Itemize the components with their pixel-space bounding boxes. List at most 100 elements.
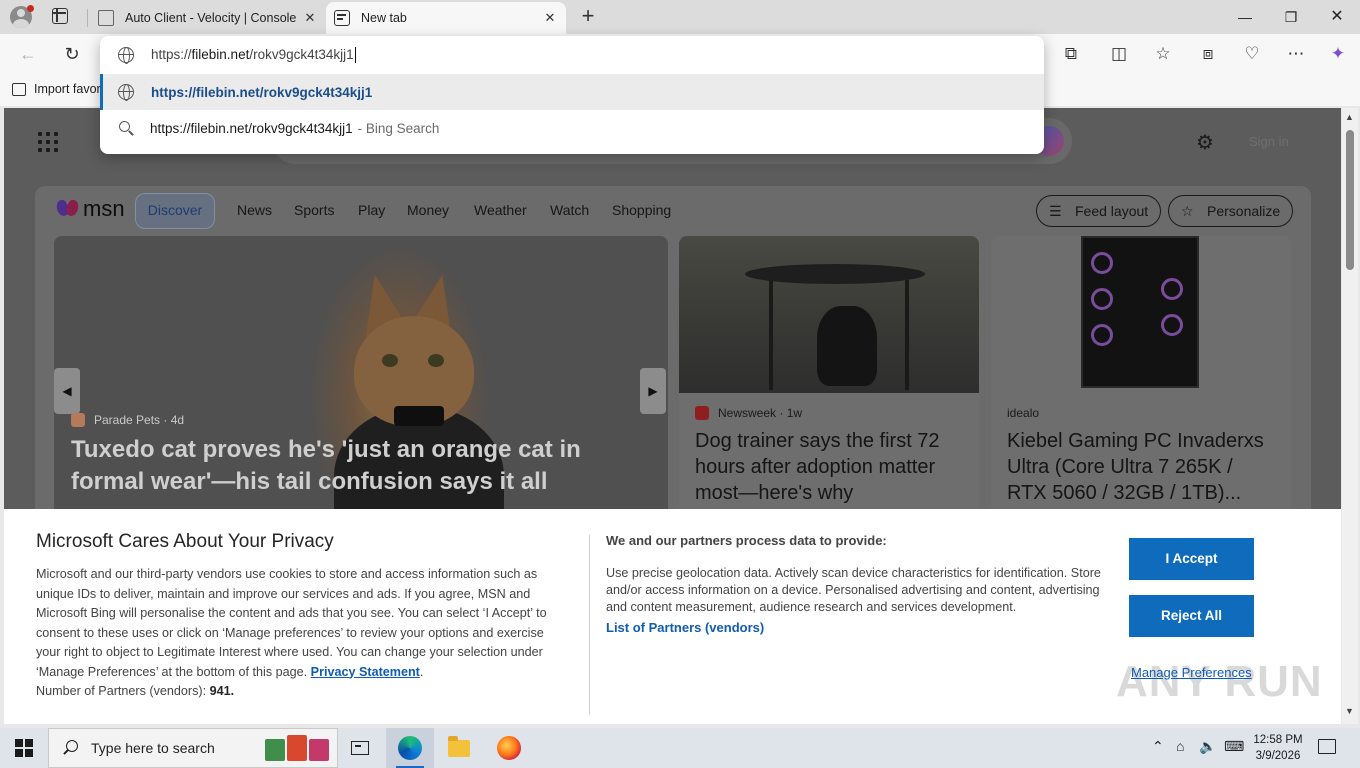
- tab-title: Auto Client - Velocity | Console: [125, 11, 297, 25]
- notification-center-icon[interactable]: [1318, 739, 1336, 754]
- taskbar-search-placeholder: Type here to search: [91, 740, 215, 756]
- partners-count-label: Number of Partners (vendors):: [36, 684, 207, 698]
- system-clock[interactable]: 12:58 PM 3/9/2026: [1248, 732, 1308, 764]
- settings-gear-icon[interactable]: ⚙: [1196, 130, 1214, 155]
- file-explorer-icon: [448, 735, 470, 757]
- tab-title: New tab: [361, 11, 407, 25]
- nav-watch[interactable]: Watch: [550, 202, 589, 218]
- card-source: idealo: [1007, 406, 1039, 420]
- nav-discover[interactable]: Discover: [135, 193, 215, 229]
- pc-fan: [1161, 278, 1183, 300]
- new-tab-button[interactable]: +: [576, 4, 600, 30]
- cat-photo-detail: [394, 406, 444, 426]
- profile-notification-badge: [27, 5, 34, 12]
- tab-close-button[interactable]: ✕: [300, 10, 320, 26]
- nav-news[interactable]: News: [237, 202, 272, 218]
- search-icon: [119, 121, 133, 135]
- source-name: Newsweek: [718, 406, 777, 420]
- scroll-up-arrow-icon[interactable]: ▲: [1345, 112, 1354, 122]
- minimize-button[interactable]: —: [1222, 2, 1268, 32]
- start-button[interactable]: [15, 739, 33, 757]
- app-launcher-icon[interactable]: [38, 132, 58, 152]
- more-icon[interactable]: ⋯: [1283, 41, 1309, 67]
- suggestion-bing-search[interactable]: https://filebin.net/rokv9gck4t34kjj1 - B…: [100, 110, 1044, 146]
- privacy-body-text: Microsoft and our third-party vendors us…: [36, 567, 547, 679]
- card-title[interactable]: Kiebel Gaming PC Invaderxs Ultra (Core U…: [1007, 428, 1277, 506]
- partners-count-period: .: [230, 684, 235, 698]
- taskbar-search-box[interactable]: Type here to search: [48, 728, 338, 768]
- import-favorites-button[interactable]: Import favor: [12, 82, 101, 96]
- scroll-thumb[interactable]: [1346, 130, 1354, 270]
- volume-icon[interactable]: 🔈: [1199, 738, 1216, 755]
- taskbar-edge[interactable]: [386, 728, 434, 768]
- address-text[interactable]: https://filebin.net/rokv9gck4t34kjj1: [151, 46, 356, 64]
- suggestion-url[interactable]: https://filebin.net/rokv9gck4t34kjj1: [100, 74, 1044, 110]
- privacy-divider: [589, 535, 590, 715]
- new-tab-page-icon: [334, 10, 350, 26]
- keyboard-icon[interactable]: ⌨: [1224, 738, 1244, 755]
- news-card-dog-trainer[interactable]: Newsweek · 1w Dog trainer says the first…: [679, 236, 979, 536]
- feed-layout-button[interactable]: ☰ Feed layout: [1036, 195, 1162, 227]
- nav-shopping[interactable]: Shopping: [612, 202, 671, 218]
- dog-photo-detail: [769, 280, 773, 390]
- carousel-next-button[interactable]: ▶: [640, 368, 666, 414]
- list-of-partners-link[interactable]: List of Partners (vendors): [606, 620, 764, 635]
- maximize-button[interactable]: ❐: [1268, 2, 1314, 32]
- search-highlight-gifts-icon[interactable]: [265, 733, 331, 763]
- tab-new-tab[interactable]: New tab ✕: [326, 2, 566, 34]
- privacy-subheading: We and our partners process data to prov…: [606, 533, 887, 548]
- accept-button[interactable]: I Accept: [1129, 538, 1254, 580]
- source-separator: ·: [776, 406, 787, 420]
- msn-logo[interactable]: msn: [57, 196, 125, 222]
- carousel-previous-button[interactable]: ◀: [54, 368, 80, 414]
- tab-close-button[interactable]: ✕: [540, 10, 560, 26]
- star-sparkle-icon: ☆: [1181, 203, 1194, 219]
- network-icon[interactable]: ⌂: [1176, 738, 1184, 754]
- card-source: Newsweek · 1w: [695, 406, 802, 420]
- partners-count: 941: [209, 684, 231, 698]
- privacy-purposes: Use precise geolocation data. Actively s…: [606, 566, 1101, 614]
- nav-play[interactable]: Play: [358, 202, 385, 218]
- globe-icon: [118, 84, 134, 101]
- url-path: /rokv9gck4t34kjj1: [249, 46, 354, 62]
- personalize-label: Personalize: [1207, 203, 1281, 219]
- reload-button[interactable]: ↻: [59, 41, 85, 67]
- privacy-heading: Microsoft Cares About Your Privacy: [36, 531, 334, 552]
- nav-weather[interactable]: Weather: [474, 202, 527, 218]
- parade-pets-logo-icon: [71, 413, 85, 427]
- scroll-down-arrow-icon[interactable]: ▼: [1345, 706, 1354, 716]
- sign-in-link[interactable]: Sign in: [1249, 134, 1289, 149]
- browser-essentials-icon[interactable]: ♡: [1239, 41, 1265, 67]
- favorites-icon[interactable]: ☆: [1150, 41, 1176, 67]
- tab-actions-icon[interactable]: [52, 8, 68, 24]
- show-hidden-icons-chevron-icon[interactable]: ⌃: [1152, 738, 1164, 755]
- personalize-button[interactable]: ☆ Personalize: [1168, 195, 1294, 227]
- card-title[interactable]: Dog trainer says the first 72 hours afte…: [695, 428, 965, 506]
- news-card-tuxedo-cat[interactable]: ◀ ▶ Parade Pets · 4d Tuxedo cat proves h…: [54, 236, 668, 536]
- tab-auto-client[interactable]: Auto Client - Velocity | Console ✕: [90, 2, 326, 34]
- page-scrollbar[interactable]: ▲ ▼: [1342, 108, 1358, 724]
- nav-sports[interactable]: Sports: [294, 202, 334, 218]
- address-bar-input[interactable]: https://filebin.net/rokv9gck4t34kjj1: [100, 37, 1044, 73]
- split-screen-icon[interactable]: ◫: [1106, 41, 1132, 67]
- source-separator: ·: [160, 413, 171, 427]
- collections-icon[interactable]: ⧈: [1195, 41, 1221, 67]
- card-title[interactable]: Tuxedo cat proves he's 'just an orange c…: [71, 434, 651, 498]
- taskbar-file-explorer[interactable]: [435, 728, 483, 768]
- copilot-icon[interactable]: ✦: [1325, 41, 1351, 67]
- manage-preferences-link[interactable]: Manage Preferences: [1131, 665, 1252, 680]
- pc-fan: [1091, 288, 1113, 310]
- shopping-card-gaming-pc[interactable]: idealo Kiebel Gaming PC Invaderxs Ultra …: [991, 236, 1291, 536]
- close-window-button[interactable]: ✕: [1314, 2, 1360, 32]
- taskbar-firefox[interactable]: [485, 728, 533, 768]
- search-icon: [63, 740, 79, 756]
- nav-money[interactable]: Money: [407, 202, 449, 218]
- task-view-button[interactable]: [336, 728, 384, 768]
- reject-all-button[interactable]: Reject All: [1129, 595, 1254, 637]
- extensions-icon[interactable]: ⧉: [1058, 41, 1084, 67]
- card-source: Parade Pets · 4d: [71, 413, 184, 427]
- privacy-statement-link[interactable]: Privacy Statement: [311, 665, 420, 679]
- back-button[interactable]: ←: [15, 41, 41, 67]
- tab-strip: Auto Client - Velocity | Console ✕ New t…: [0, 0, 1360, 34]
- text-caret: [354, 47, 356, 64]
